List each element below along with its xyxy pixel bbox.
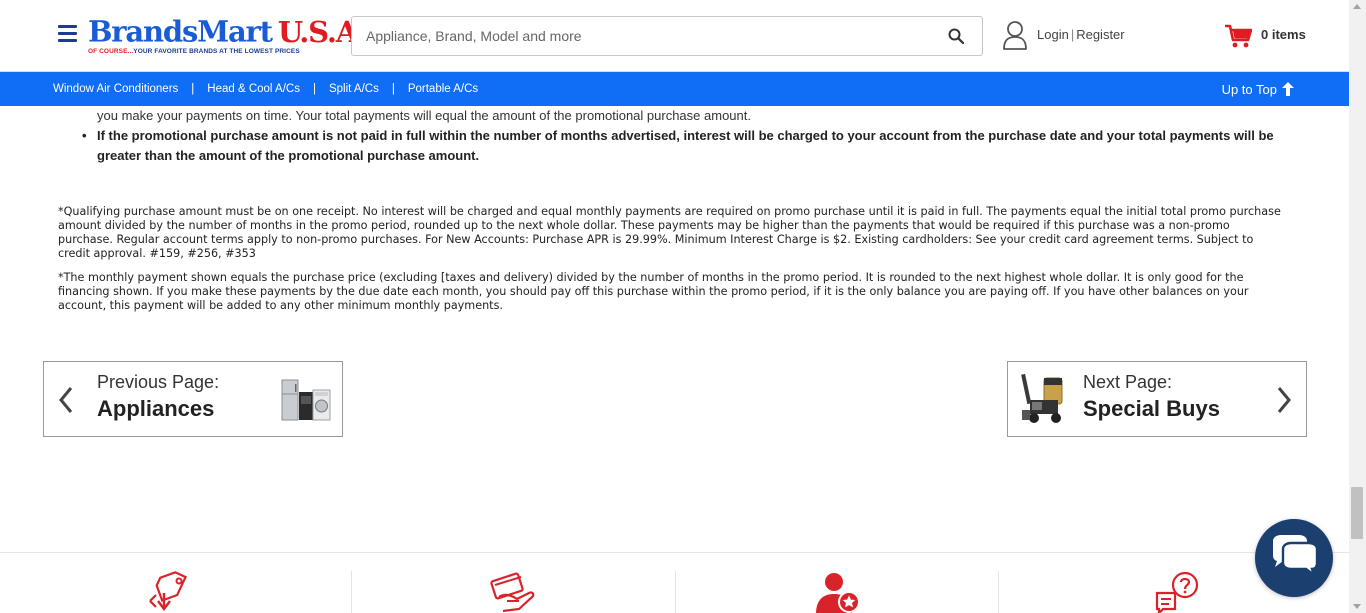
next-page-title: Special Buys	[1083, 396, 1220, 421]
footer-divider	[351, 571, 352, 613]
cart-count[interactable]: 0 items	[1261, 27, 1306, 42]
appliances-thumbnail	[281, 379, 331, 421]
nav-item-window-ac[interactable]: Window Air Conditioners	[53, 83, 178, 95]
search-input[interactable]	[366, 17, 926, 55]
user-star-icon[interactable]	[814, 571, 862, 613]
search-icon[interactable]	[948, 28, 964, 44]
scrollbar-thumb[interactable]	[1351, 487, 1363, 539]
footer-features	[0, 552, 1349, 613]
category-nav: Window Air Conditioners | Head & Cool A/…	[0, 72, 1349, 106]
previous-page-button[interactable]: Previous Page: Appliances	[43, 361, 343, 437]
nav-items: Window Air Conditioners | Head & Cool A/…	[53, 72, 478, 106]
previous-page-title: Appliances	[97, 396, 215, 421]
login-register: Login | Register	[1037, 27, 1125, 42]
nav-item-split-ac[interactable]: Split A/Cs	[329, 83, 379, 95]
next-page-button[interactable]: Next Page: Special Buys	[1007, 361, 1307, 437]
user-icon[interactable]	[1002, 20, 1028, 50]
arrow-up-icon	[1282, 82, 1294, 96]
register-link[interactable]: Register	[1076, 27, 1124, 42]
logo-brand: BrandsMart	[88, 14, 273, 49]
fine-print-1: *Qualifying purchase amount must be on o…	[58, 205, 1281, 260]
next-page-sub: Next Page:	[1083, 372, 1173, 392]
up-to-top-link[interactable]: Up to Top	[1222, 72, 1294, 106]
chat-bubbles-icon	[1273, 535, 1319, 579]
login-link[interactable]: Login	[1037, 27, 1069, 42]
footer-divider	[675, 571, 676, 613]
nav-separator: |	[391, 83, 395, 95]
chat-question-icon[interactable]	[1155, 571, 1203, 613]
brandsmart-logo[interactable]: BrandsMartU.S.A.® OF COURSE...YOUR FAVOR…	[88, 14, 375, 56]
chevron-right-icon	[1277, 387, 1291, 413]
page-scrollbar[interactable]	[1349, 0, 1366, 613]
login-separator: |	[1070, 27, 1075, 42]
site-header: BrandsMartU.S.A.® OF COURSE...YOUR FAVOR…	[0, 0, 1349, 72]
chevron-left-icon	[59, 387, 73, 413]
terms-partial-line: you make your payments on time. Your tot…	[97, 108, 751, 123]
scroll-up-arrow-icon[interactable]	[1353, 4, 1361, 9]
previous-page-sub: Previous Page:	[97, 372, 220, 392]
terms-bullet-text: If the promotional purchase amount is no…	[97, 128, 1274, 163]
logo-tagline: OF COURSE...YOUR FAVORITE BRANDS AT THE …	[88, 47, 300, 55]
bullet-dot: •	[82, 128, 87, 143]
scroll-down-arrow-icon[interactable]	[1353, 604, 1361, 609]
hand-card-icon[interactable]	[489, 571, 537, 613]
nav-separator: |	[312, 83, 316, 95]
cart-icon[interactable]	[1224, 23, 1252, 49]
nav-separator: |	[191, 83, 195, 95]
fine-print-2: *The monthly payment shown equals the pu…	[58, 271, 1249, 312]
search-box	[351, 16, 983, 56]
up-to-top-label: Up to Top	[1221, 81, 1277, 97]
footer-divider	[998, 571, 999, 613]
nav-item-portable-ac[interactable]: Portable A/Cs	[408, 83, 478, 95]
price-tag-down-icon[interactable]	[146, 571, 192, 613]
special-buys-thumbnail	[1021, 373, 1063, 423]
menu-icon[interactable]	[58, 25, 77, 43]
live-chat-button[interactable]	[1255, 519, 1333, 597]
nav-item-heat-cool-ac[interactable]: Head & Cool A/Cs	[207, 83, 300, 95]
